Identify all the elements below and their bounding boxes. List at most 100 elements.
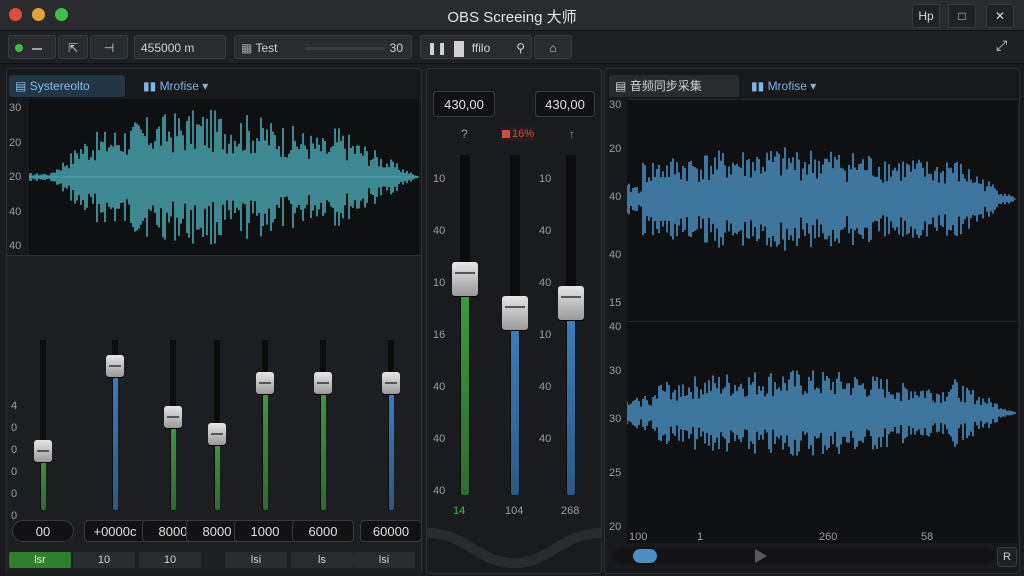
home-button[interactable]: ⌂: [534, 35, 572, 59]
master-scale-label: 10: [539, 173, 552, 185]
window-close-button[interactable]: ✕: [986, 4, 1014, 28]
master-scale-label: 40: [433, 225, 446, 237]
channel-value[interactable]: 00: [12, 520, 74, 542]
left-axis-label: 20: [9, 137, 22, 149]
right-axis-label: 20: [609, 143, 622, 155]
right-device-dropdown[interactable]: ▮▮ Mrofise ▾: [745, 75, 847, 97]
scroll-thumb[interactable]: [633, 549, 657, 563]
channel-value[interactable]: 1000: [234, 520, 296, 542]
left-axis-label: 30: [9, 102, 22, 114]
channel-value[interactable]: +0000c: [84, 520, 146, 542]
right-axis-label: 30: [609, 413, 622, 425]
system-audio-tab[interactable]: ▤ Systereolto: [9, 75, 125, 97]
right-xaxis-label: 260: [819, 531, 838, 543]
master-scale-label: 16: [433, 329, 446, 341]
level-meter: [113, 365, 118, 510]
master-scale-label: 40: [539, 277, 552, 289]
split-tool-button[interactable]: ⊣: [90, 35, 128, 59]
mode-label: ffilo: [471, 41, 491, 55]
clip-icon: [501, 130, 510, 139]
status-dot-icon: [15, 44, 23, 52]
right-xaxis-label: 1: [697, 531, 704, 543]
channel-value[interactable]: 6000: [292, 520, 354, 542]
counter-display: 455000 m: [134, 35, 226, 59]
channel-toggle-button[interactable]: ls: [291, 552, 353, 568]
master-scale-label: 40: [539, 381, 552, 393]
chevron-down-icon: ▾: [810, 79, 817, 93]
center-master-panel: 430,00 430,00 ? 16% ↑ 10 40 10 16 40 40 40 10 40…: [426, 68, 602, 574]
center-left-value[interactable]: 430,00: [433, 91, 495, 117]
channel-fader[interactable]: [106, 354, 124, 377]
channel-toggle-button[interactable]: lsi: [353, 552, 415, 568]
left-axis-label: 20: [9, 171, 22, 183]
test-slider-track[interactable]: [305, 47, 385, 50]
channel-fader[interactable]: [164, 405, 182, 428]
clip-badge: 16%: [501, 127, 535, 141]
channel-toggle-button[interactable]: lsi: [225, 552, 287, 568]
right-axis-label: 30: [609, 365, 622, 377]
master-fader[interactable]: [558, 286, 584, 320]
right-axis-label: 40: [609, 249, 622, 261]
scroll-right-button[interactable]: R: [997, 547, 1017, 567]
right-axis-label: 20: [609, 521, 622, 533]
level-meter: [171, 416, 176, 510]
help-button[interactable]: Hp: [912, 4, 940, 28]
level-meter: [263, 382, 268, 510]
center-right-value[interactable]: 430,00: [535, 91, 595, 117]
left-waveform-plot: [28, 109, 419, 245]
channel-fader[interactable]: [314, 371, 332, 394]
right-waveform-plot: [626, 99, 1017, 456]
master-scale-label: 10: [433, 173, 446, 185]
left-device-dropdown[interactable]: ▮▮ Mrofise ▾: [137, 75, 239, 97]
audio-sync-tab[interactable]: ▤ 音频同步采集: [609, 75, 739, 97]
master-fader[interactable]: [502, 296, 528, 331]
left-device-label: Mrofise: [159, 79, 199, 93]
fader-scale-label: 0: [11, 444, 18, 456]
master-scale-label: 10: [539, 329, 552, 341]
master-level-meter: [511, 318, 519, 495]
master-scale-label: 40: [539, 225, 552, 237]
playhead-icon[interactable]: [755, 549, 767, 563]
timeline-scrollbar[interactable]: [613, 547, 995, 565]
waveform-group: [626, 370, 1016, 456]
waveform-group: [626, 147, 1016, 251]
channel-toggle-button[interactable]: 10: [73, 552, 135, 568]
playback-mode-control[interactable]: ❚❚ ffilo ⚲: [420, 35, 532, 59]
fader-scale-label: 0: [11, 510, 18, 522]
channel-fader[interactable]: [34, 439, 52, 462]
right-axis-label: 30: [609, 99, 622, 111]
chevron-down-icon: ▾: [202, 79, 209, 93]
pause-icon: ❚❚: [427, 41, 448, 55]
mode-thumb[interactable]: [454, 40, 465, 57]
left-waveform: [28, 99, 419, 255]
expand-icon[interactable]: ⤢: [996, 37, 1007, 54]
cursor-tool-button[interactable]: ⇱: [58, 35, 88, 59]
master-scale-label: 40: [433, 381, 446, 393]
left-axis-label: 40: [9, 240, 22, 252]
right-axis-label: 25: [609, 467, 622, 479]
audio-sync-tab-label: 音频同步采集: [629, 79, 702, 93]
right-axis-label: 40: [609, 191, 622, 203]
list-icon: ▤: [615, 79, 627, 93]
device-bars-icon: ▮▮: [143, 79, 157, 93]
maximize-button[interactable]: □: [948, 4, 976, 28]
channel-toggle-button[interactable]: lsr: [9, 552, 71, 568]
channel-fader[interactable]: [208, 422, 226, 445]
level-meter: [215, 433, 220, 510]
master-level-meter: [461, 284, 469, 495]
channel-toggle-button[interactable]: 10: [139, 552, 201, 568]
right-axis-label: 40: [609, 321, 622, 333]
master-scale-label: 10: [433, 277, 446, 289]
fader-scale-label: 0: [11, 466, 18, 478]
channel-fader[interactable]: [256, 371, 274, 394]
channel-fader[interactable]: [382, 371, 400, 394]
minus-icon: [32, 47, 43, 50]
list-icon: ▤: [15, 79, 27, 93]
fader-scale-label: 0: [11, 488, 18, 500]
master-fader[interactable]: [452, 262, 478, 297]
record-status-button[interactable]: [8, 35, 56, 59]
grid-icon: ▦: [241, 41, 253, 55]
channel-value[interactable]: 60000: [360, 520, 422, 542]
master-scale-label: 40: [539, 433, 552, 445]
test-slider-control[interactable]: ▦ Test 30: [234, 35, 412, 59]
